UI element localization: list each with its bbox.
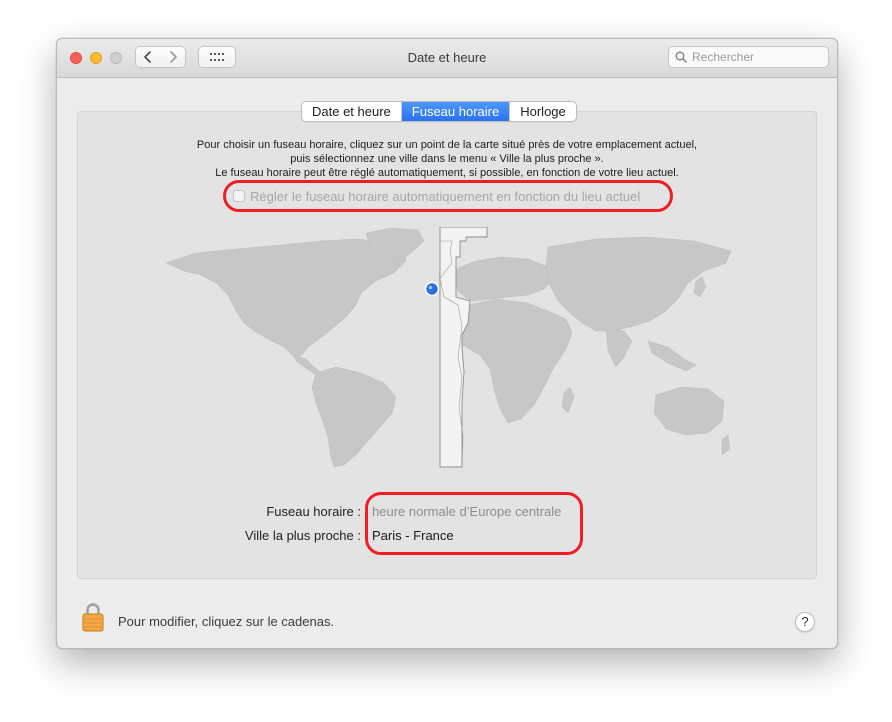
instructions-line-2: puis sélectionnez une ville dans le menu… — [290, 153, 604, 165]
southeast-asia — [647, 340, 697, 372]
instructions-line-3: Le fuseau horaire peut être réglé automa… — [215, 167, 679, 179]
tab-bar: Date et heure Fuseau horaire Horloge — [301, 101, 577, 122]
india — [605, 326, 633, 368]
timezone-value: heure normale d’Europe centrale — [372, 504, 562, 519]
auto-timezone-label: Régler le fuseau horaire automatiquement… — [250, 188, 641, 204]
search-field[interactable]: Rechercher — [668, 46, 829, 68]
tab-date-time[interactable]: Date et heure — [302, 102, 402, 121]
search-placeholder: Rechercher — [692, 50, 755, 64]
search-icon — [675, 51, 687, 63]
north-america — [165, 238, 407, 358]
south-america — [311, 366, 397, 468]
tab-clock[interactable]: Horloge — [510, 102, 576, 121]
world-map[interactable] — [156, 227, 736, 472]
australia — [653, 386, 725, 436]
auto-timezone-checkbox[interactable] — [233, 190, 245, 202]
lock-instruction-text: Pour modifier, cliquez sur le cadenas. — [118, 614, 335, 629]
europe — [453, 256, 555, 302]
madagascar — [561, 386, 575, 414]
instructions-text: Pour choisir un fuseau horaire, cliquez … — [78, 138, 816, 180]
timezone-label: Fuseau horaire : — [266, 504, 361, 519]
instructions-line-1: Pour choisir un fuseau horaire, cliquez … — [196, 139, 698, 151]
africa — [451, 298, 573, 424]
title-bar: Date et heure Rechercher — [57, 39, 837, 78]
closest-city-value[interactable]: Paris - France — [372, 528, 454, 543]
japan — [693, 276, 707, 298]
closest-city-label: Ville la plus proche : — [244, 528, 361, 543]
lock-icon[interactable] — [81, 602, 105, 632]
central-america — [293, 354, 323, 376]
tab-time-zone[interactable]: Fuseau horaire — [401, 102, 511, 121]
help-button[interactable]: ? — [795, 612, 815, 632]
time-zone-panel: Pour choisir un fuseau horaire, cliquez … — [77, 111, 817, 579]
auto-timezone-checkbox-row[interactable]: Régler le fuseau horaire automatiquement… — [233, 184, 640, 208]
preferences-window: Date et heure Rechercher Date et heure F… — [56, 38, 838, 649]
new-zealand — [721, 434, 731, 456]
highlight-ring-timezone-info — [365, 492, 583, 555]
location-pin-icon — [424, 281, 440, 297]
